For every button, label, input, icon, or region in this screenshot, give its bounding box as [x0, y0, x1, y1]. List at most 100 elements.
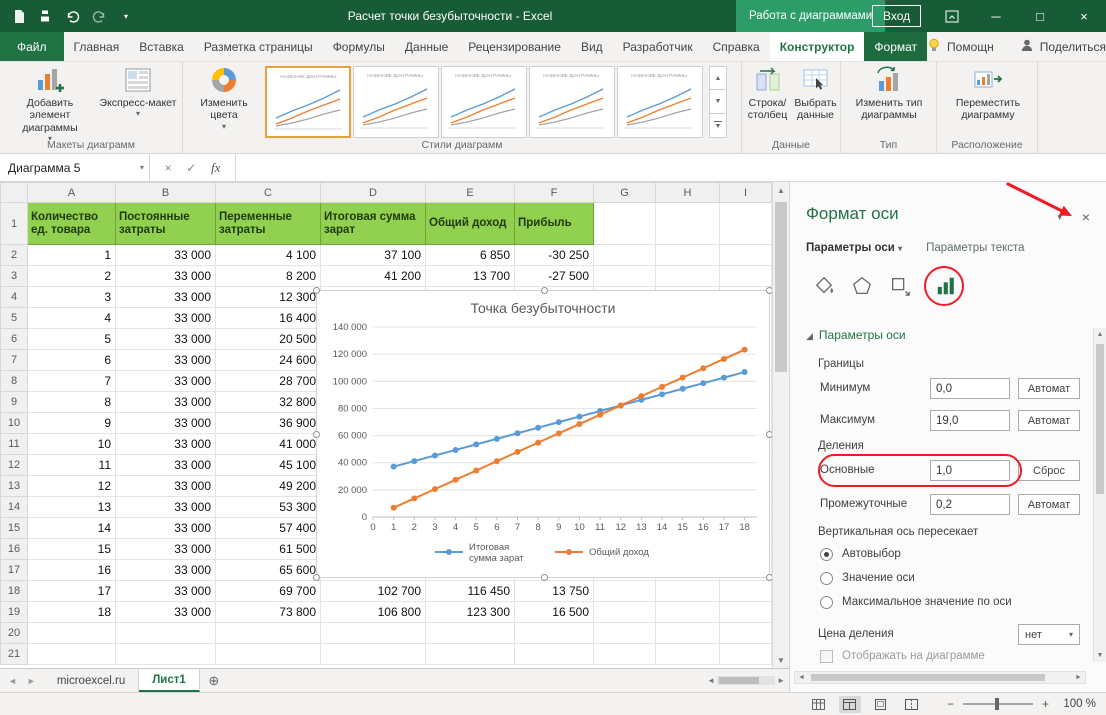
scroll-left-icon[interactable]: ◄: [707, 676, 715, 685]
cell[interactable]: [720, 203, 772, 245]
assistant-label[interactable]: Помощн: [947, 40, 994, 54]
cell[interactable]: 9: [28, 413, 116, 434]
row-header-12[interactable]: 12: [1, 455, 28, 476]
cell[interactable]: 33 000: [116, 455, 216, 476]
size-properties-icon[interactable]: [886, 272, 914, 300]
cell[interactable]: 61 500: [216, 539, 321, 560]
radio-axis-value[interactable]: [820, 572, 833, 585]
chart-handle[interactable]: [541, 574, 548, 581]
pane-menu-caret-icon[interactable]: ▾: [1057, 212, 1062, 223]
cell[interactable]: [515, 623, 594, 644]
break-even-chart[interactable]: 020 00040 00060 00080 000100 000120 0001…: [316, 290, 770, 578]
cell[interactable]: 18: [28, 602, 116, 623]
row-header-13[interactable]: 13: [1, 476, 28, 497]
scroll-down-icon[interactable]: ▼: [1094, 649, 1106, 662]
section-axis-options[interactable]: ◢Параметры оси: [806, 328, 906, 342]
cell[interactable]: Постоянные затраты: [116, 203, 216, 245]
cell[interactable]: 102 700: [321, 581, 426, 602]
close-button[interactable]: ×: [1062, 0, 1106, 32]
cell[interactable]: 4 100: [216, 245, 321, 266]
scrollbar-thumb[interactable]: [717, 676, 775, 685]
cell[interactable]: [656, 623, 720, 644]
name-box-caret-icon[interactable]: ▾: [140, 163, 144, 172]
cell[interactable]: 6 850: [426, 245, 515, 266]
cell[interactable]: 123 300: [426, 602, 515, 623]
cell[interactable]: 33 000: [116, 287, 216, 308]
minimum-input[interactable]: [930, 378, 1010, 399]
cell[interactable]: 37 100: [321, 245, 426, 266]
cell[interactable]: [426, 623, 515, 644]
switch-row-column-button[interactable]: Строка/ столбец: [745, 65, 790, 122]
ribbon-tab-4[interactable]: Формулы: [323, 32, 395, 61]
cell[interactable]: [28, 623, 116, 644]
cell[interactable]: [426, 644, 515, 665]
cell[interactable]: [656, 203, 720, 245]
cell[interactable]: 45 100: [216, 455, 321, 476]
cell[interactable]: [656, 245, 720, 266]
cell[interactable]: [720, 245, 772, 266]
row-header-15[interactable]: 15: [1, 518, 28, 539]
cell[interactable]: 20 500: [216, 329, 321, 350]
cell[interactable]: 65 600: [216, 560, 321, 581]
cell[interactable]: 33 000: [116, 392, 216, 413]
scrollbar-thumb[interactable]: [1096, 344, 1104, 494]
scrollbar-thumb[interactable]: [775, 202, 787, 372]
cell[interactable]: 10: [28, 434, 116, 455]
minor-units-input[interactable]: [930, 494, 1010, 515]
row-header-14[interactable]: 14: [1, 497, 28, 518]
cell[interactable]: 16 400: [216, 308, 321, 329]
cell[interactable]: 33 000: [116, 539, 216, 560]
major-units-reset-button[interactable]: Сброс: [1018, 460, 1080, 481]
ribbon-tab-11[interactable]: Формат: [864, 32, 927, 61]
page-break-view-button[interactable]: [901, 696, 923, 713]
row-header-11[interactable]: 11: [1, 434, 28, 455]
gallery-more-icon[interactable]: ▼: [709, 114, 727, 138]
pane-vertical-scrollbar[interactable]: ▲ ▼: [1093, 328, 1106, 662]
cell[interactable]: 73 800: [216, 602, 321, 623]
cell[interactable]: [28, 644, 116, 665]
cell[interactable]: [116, 644, 216, 665]
column-header-E[interactable]: E: [426, 183, 515, 203]
cell[interactable]: 33 000: [116, 602, 216, 623]
chart-style-thumbnail-4[interactable]: НАЗВАНИЕ ДИАГРАММЫ: [529, 66, 615, 138]
row-header-20[interactable]: 20: [1, 623, 28, 644]
row-header-1[interactable]: 1: [1, 203, 28, 245]
cell[interactable]: 41 000: [216, 434, 321, 455]
zoom-slider[interactable]: [963, 703, 1033, 705]
display-units-select[interactable]: нет ▾: [1018, 624, 1080, 645]
cell[interactable]: [321, 623, 426, 644]
chart-handle[interactable]: [313, 431, 320, 438]
row-header-2[interactable]: 2: [1, 245, 28, 266]
maximize-button[interactable]: □: [1018, 0, 1062, 32]
radio-maximum-axis-value-label[interactable]: Максимальное значение по оси: [842, 596, 1012, 608]
pane-horizontal-scrollbar[interactable]: ◄ ►: [794, 671, 1086, 684]
excel-app-icon[interactable]: [10, 8, 26, 24]
insert-function-icon[interactable]: fx: [211, 160, 220, 176]
cell[interactable]: 33 000: [116, 581, 216, 602]
row-header-9[interactable]: 9: [1, 392, 28, 413]
sign-in-button[interactable]: Вход: [872, 5, 921, 27]
cell[interactable]: 15: [28, 539, 116, 560]
cell[interactable]: [321, 644, 426, 665]
ribbon-tab-3[interactable]: Разметка страницы: [194, 32, 323, 61]
cell[interactable]: 6: [28, 350, 116, 371]
cell[interactable]: 8 200: [216, 266, 321, 287]
column-header-G[interactable]: G: [594, 183, 656, 203]
cell[interactable]: 13: [28, 497, 116, 518]
cell[interactable]: [594, 602, 656, 623]
cell[interactable]: 57 400: [216, 518, 321, 539]
cell[interactable]: 33 000: [116, 476, 216, 497]
cell[interactable]: [594, 644, 656, 665]
cell[interactable]: [656, 581, 720, 602]
macro-grid-icon[interactable]: [808, 696, 830, 713]
zoom-out-icon[interactable]: −: [947, 697, 954, 711]
normal-view-button[interactable]: [839, 696, 861, 713]
grid-vertical-scrollbar[interactable]: ▲ ▼: [772, 182, 789, 668]
cell[interactable]: [720, 266, 772, 287]
cell[interactable]: 5: [28, 329, 116, 350]
cell[interactable]: 33 000: [116, 245, 216, 266]
ribbon-tab-0[interactable]: Файл: [0, 32, 64, 61]
row-header-4[interactable]: 4: [1, 287, 28, 308]
maximum-auto-button[interactable]: Автомат: [1018, 410, 1080, 431]
tab-axis-options[interactable]: Параметры оси ▾: [806, 242, 902, 254]
